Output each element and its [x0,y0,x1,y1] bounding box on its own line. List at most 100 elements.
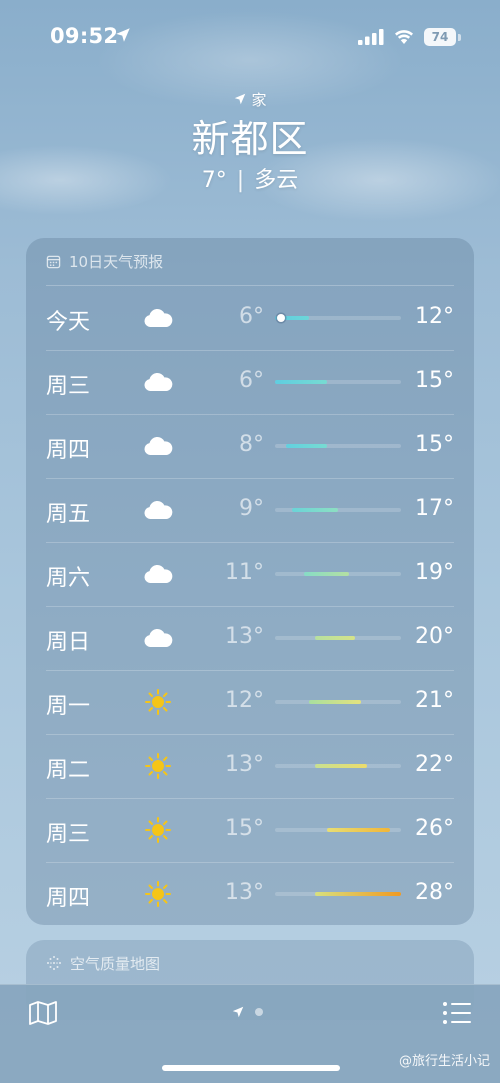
forecast-row[interactable]: 周二 13° 22° [26,734,474,798]
cloud-icon [144,372,173,391]
temperature-range-bar [286,444,327,448]
cloud-icon [144,500,173,519]
location-header: 家 新都区 7° | 多云 [0,88,500,196]
city-name: 新都区 [191,117,309,161]
sun-icon [145,881,171,907]
forecast-card-header: 10日天气预报 [26,238,474,285]
battery-indicator: 74 [424,28,456,46]
summary-separator: | [236,168,245,193]
forecast-low-temp: 13° [225,624,264,649]
ten-day-forecast-card[interactable]: 10日天气预报 今天 6° 12° 周三 6° 15° 周四 8° 15° 周五 9° 17° 周六 11… [26,238,474,925]
forecast-row[interactable]: 周三 15° 26° [26,798,474,862]
forecast-low-temp: 11° [225,560,264,585]
temperature-range-bar [275,380,327,384]
temperature-range-track [275,636,401,640]
forecast-low-temp: 6° [239,304,264,329]
cloud-icon [144,628,173,647]
page-indicator[interactable] [231,1005,263,1019]
temperature-range-track [275,380,401,384]
forecast-row[interactable]: 周日 13° 20° [26,606,474,670]
forecast-low-temp: 13° [225,880,264,905]
forecast-low-temp: 6° [239,368,264,393]
forecast-low-temp: 12° [225,688,264,713]
city-list-icon[interactable] [442,1001,472,1025]
temperature-range-track [275,572,401,576]
forecast-high-temp: 15° [415,432,454,457]
forecast-high-temp: 20° [415,624,454,649]
watermark: @旅行生活小记 [399,1050,490,1069]
forecast-high-temp: 22° [415,752,454,777]
forecast-day-label: 周三 [46,822,91,847]
temperature-range-bar [315,892,401,896]
forecast-high-temp: 28° [415,880,454,905]
temperature-range-bar [292,508,338,512]
temperature-range-bar [326,828,390,832]
air-quality-header: 空气质量地图 [26,940,474,986]
air-quality-dots-icon [47,956,61,970]
home-indicator[interactable] [162,1065,340,1071]
forecast-low-temp: 9° [239,496,264,521]
location-arrow-icon [235,93,246,105]
toolbar-divider [0,984,500,985]
forecast-day-label: 周六 [46,566,91,591]
cloud-icon [144,436,173,455]
temperature-range-track [275,508,401,512]
temperature-range-bar [315,636,356,640]
current-condition: 多云 [254,168,299,193]
forecast-low-temp: 15° [225,816,264,841]
forecast-row[interactable]: 周五 9° 17° [26,478,474,542]
forecast-day-label: 今天 [46,310,91,335]
forecast-rows: 今天 6° 12° 周三 6° 15° 周四 8° 15° 周五 9° 17° 周六 11° 19° 周日 13… [26,286,474,925]
forecast-high-temp: 15° [415,368,454,393]
forecast-day-label: 周日 [46,630,91,655]
forecast-day-label: 周三 [46,374,91,399]
forecast-high-temp: 19° [415,560,454,585]
temperature-range-bar [309,700,361,704]
forecast-day-label: 周四 [46,886,91,911]
calendar-icon [46,255,61,269]
temperature-range-bar [303,572,350,576]
forecast-day-label: 周一 [46,694,91,719]
current-location-page-icon [232,1006,244,1018]
cloud-icon [144,308,173,327]
status-bar: 09:52 74 [0,0,500,70]
forecast-row[interactable]: 周一 12° 21° [26,670,474,734]
current-summary: 7° | 多云 [0,166,500,196]
sun-icon [145,689,171,715]
cloud-icon [144,564,173,583]
air-quality-title: 空气质量地图 [70,954,161,973]
sun-icon [145,817,171,843]
wifi-icon [395,30,413,44]
forecast-day-label: 周二 [46,758,91,783]
forecast-row[interactable]: 周四 13° 28° [26,862,474,925]
forecast-row[interactable]: 周六 11° 19° [26,542,474,606]
forecast-card-title: 10日天气预报 [69,253,164,271]
battery-cap [458,34,461,41]
temperature-range-track [275,764,401,768]
page-dot [255,1008,263,1016]
forecast-high-temp: 12° [415,304,454,329]
temperature-range-track [275,314,401,322]
location-tag: 家 [0,88,500,110]
bottom-toolbar: @旅行生活小记 [0,984,500,1083]
forecast-row[interactable]: 今天 6° 12° [26,286,474,350]
forecast-high-temp: 21° [415,688,454,713]
forecast-day-label: 周五 [46,502,91,527]
temperature-range-track [275,700,401,704]
location-tag-label: 家 [251,90,267,109]
status-time: 09:52 [50,24,119,48]
forecast-day-label: 周四 [46,438,91,463]
temperature-range-track [275,444,401,448]
temperature-range-bar [315,764,367,768]
map-icon[interactable] [28,1000,58,1026]
location-arrow-icon [116,28,130,42]
forecast-row[interactable]: 周四 8° 15° [26,414,474,478]
forecast-low-temp: 8° [239,432,264,457]
watermark-text: @旅行生活小记 [398,1054,490,1069]
current-temperature: 7° [201,168,227,193]
forecast-row[interactable]: 周三 6° 15° [26,350,474,414]
current-temperature-dot [276,314,285,322]
forecast-low-temp: 13° [225,752,264,777]
cellular-signal-icon [358,29,384,45]
forecast-high-temp: 26° [415,816,454,841]
